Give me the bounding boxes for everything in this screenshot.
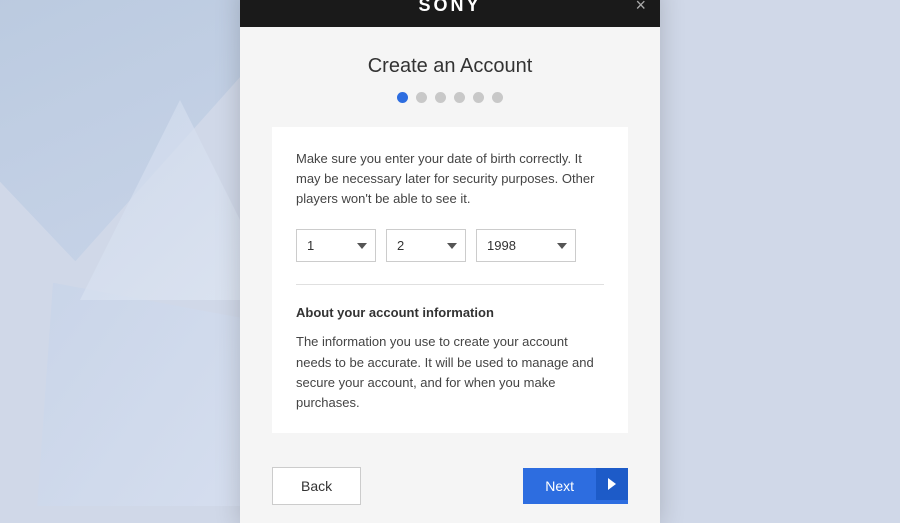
modal-window: SONY × Create an Account Make sure you e… <box>240 0 660 523</box>
account-info-text: The information you use to create your a… <box>296 332 604 413</box>
step-indicator <box>272 92 628 103</box>
arrow-right-icon <box>608 478 616 490</box>
step-dot-6 <box>492 92 503 103</box>
step-dot-3 <box>435 92 446 103</box>
step-dot-4 <box>454 92 465 103</box>
month-select[interactable]: 1 2 3 <box>386 229 466 262</box>
date-row: 1 2 3 4 5 1 2 3 1998 1997 1999 <box>296 229 604 262</box>
dob-info-text: Make sure you enter your date of birth c… <box>296 149 604 209</box>
close-button[interactable]: × <box>635 0 646 14</box>
sony-logo: SONY <box>418 0 481 16</box>
content-area: Make sure you enter your date of birth c… <box>272 127 628 433</box>
divider <box>296 284 604 285</box>
step-dot-1 <box>397 92 408 103</box>
modal-footer: Back Next <box>240 453 660 523</box>
next-arrow <box>596 468 628 500</box>
page-title: Create an Account <box>272 55 628 78</box>
step-dot-2 <box>416 92 427 103</box>
next-button[interactable]: Next <box>523 468 628 504</box>
modal-body: Create an Account Make sure you enter yo… <box>240 27 660 453</box>
year-select[interactable]: 1998 1997 1999 <box>476 229 576 262</box>
back-button[interactable]: Back <box>272 467 361 505</box>
next-button-label: Next <box>523 468 596 504</box>
account-info-title: About your account information <box>296 305 604 320</box>
modal-header: SONY × <box>240 0 660 27</box>
step-dot-5 <box>473 92 484 103</box>
day-select[interactable]: 1 2 3 4 5 <box>296 229 376 262</box>
